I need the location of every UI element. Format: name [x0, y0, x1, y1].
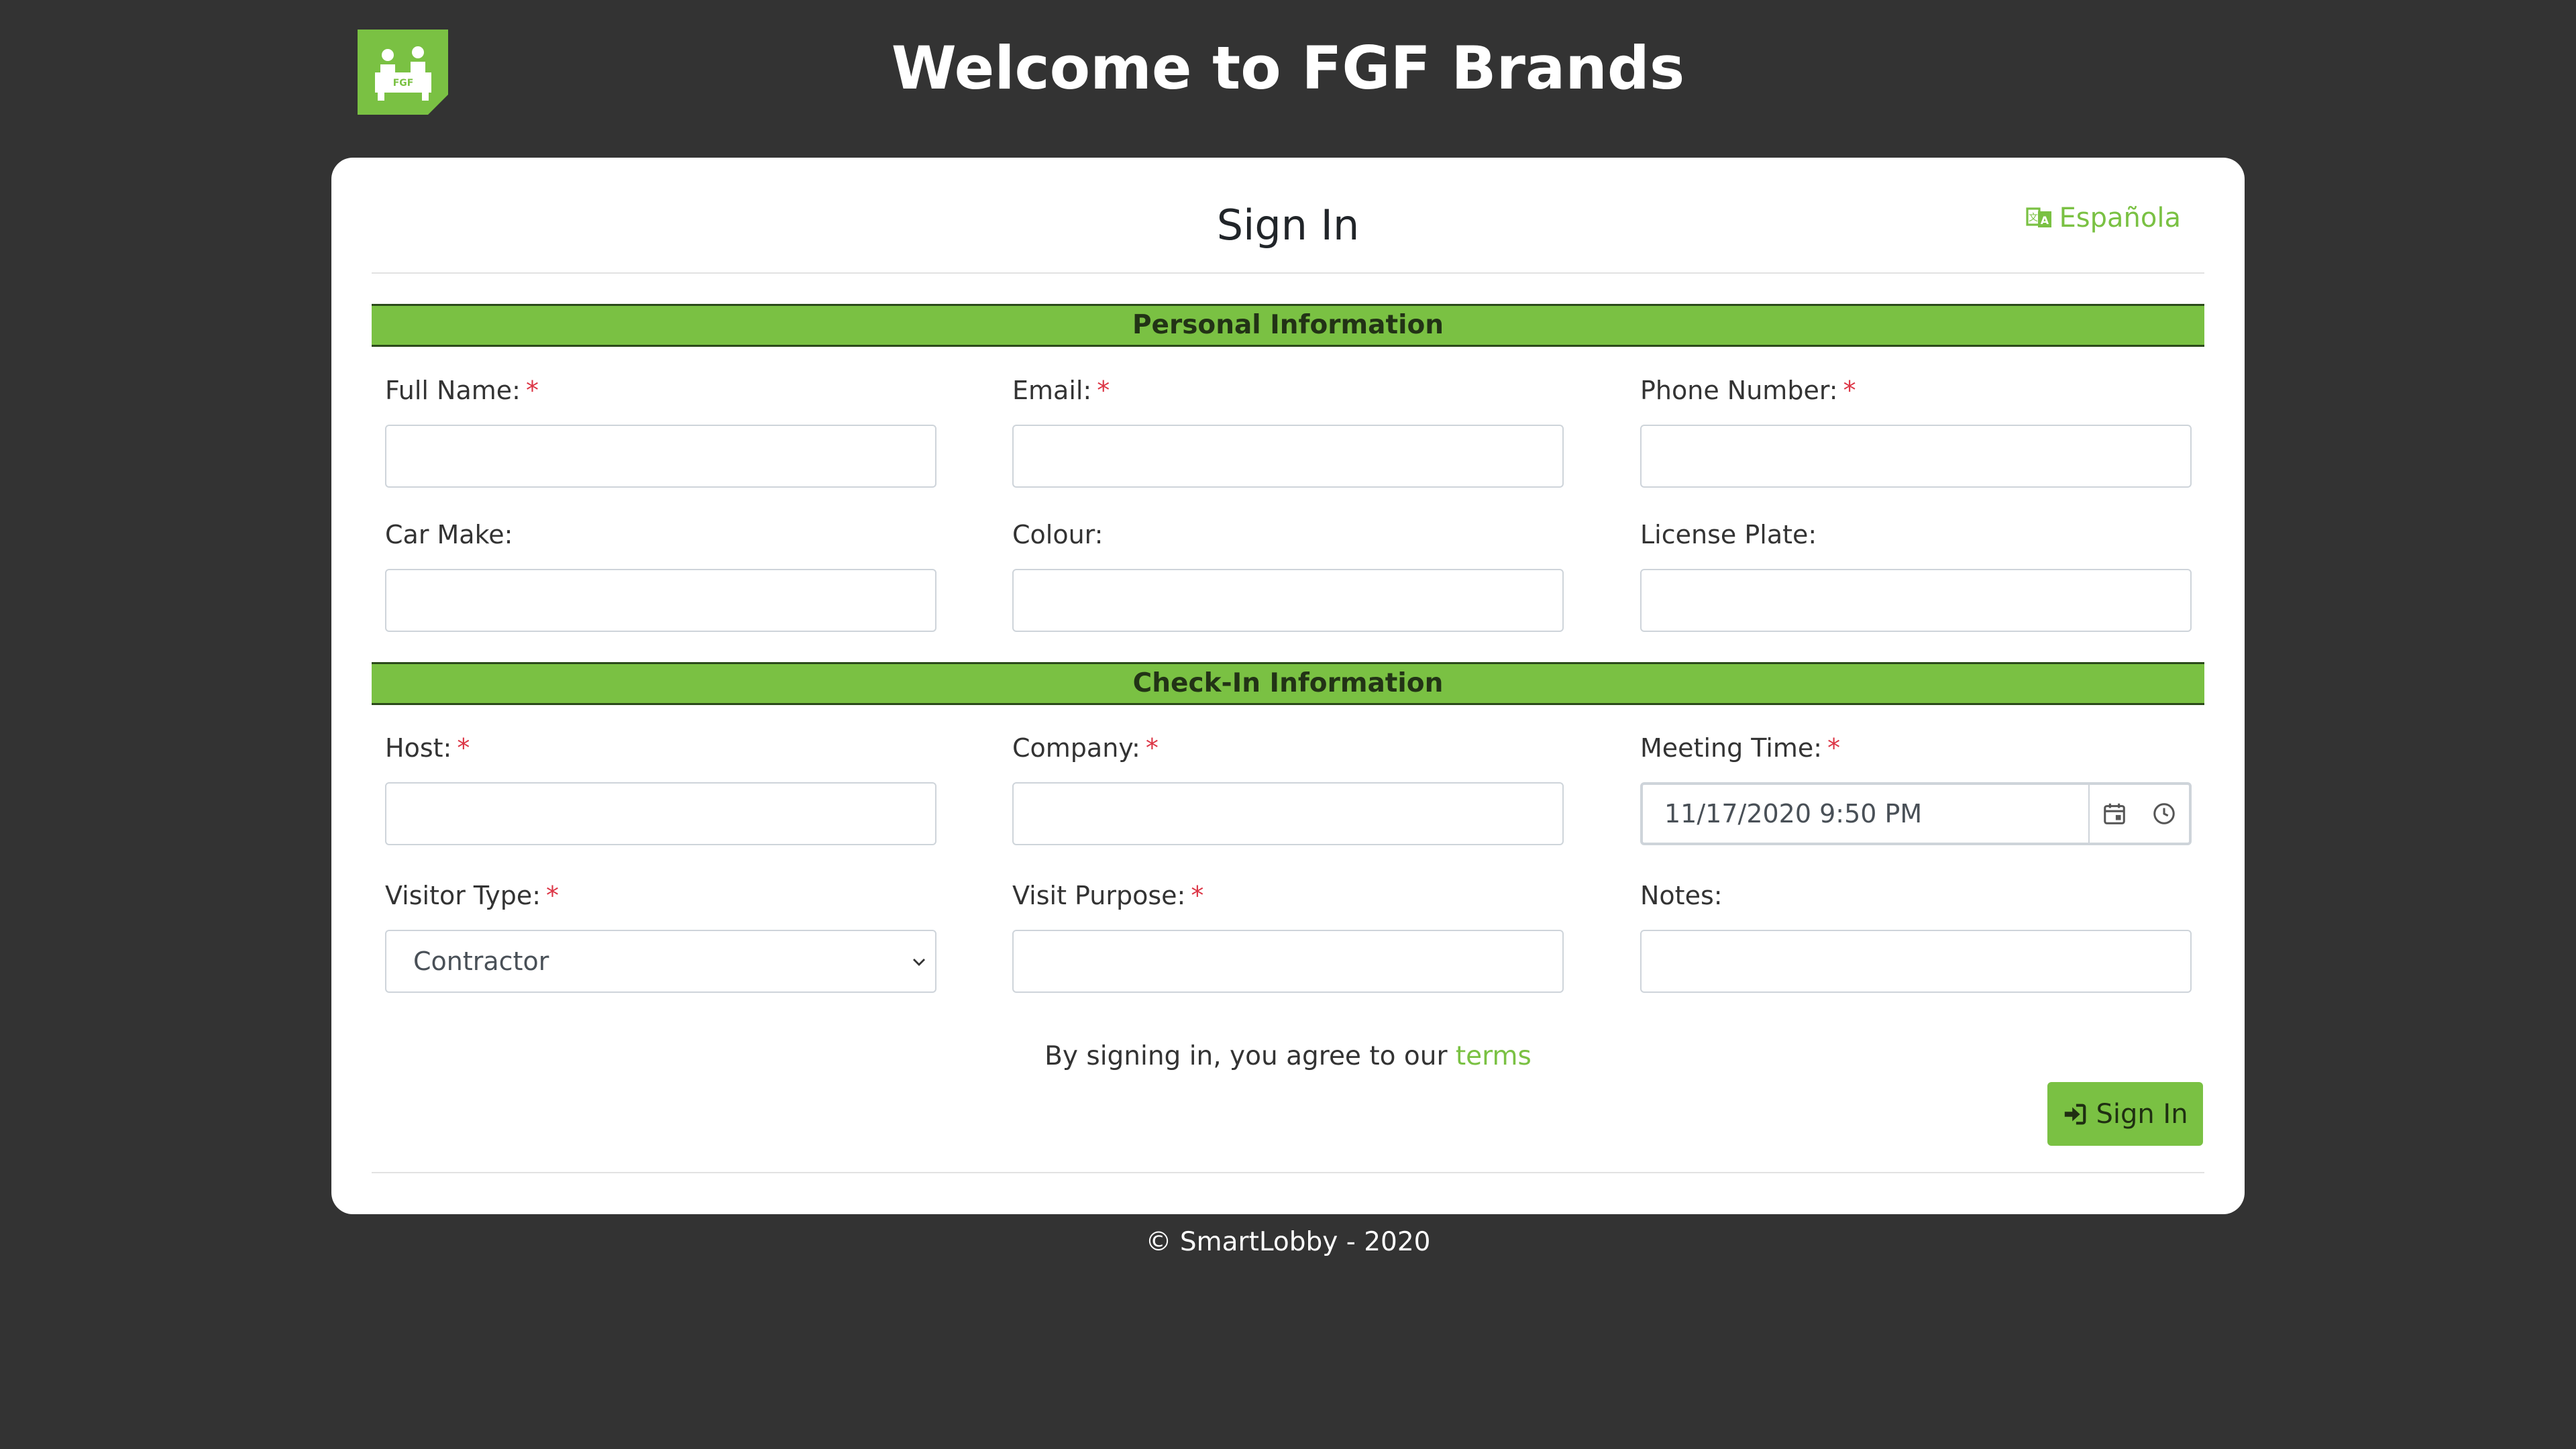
required-marker: * — [1145, 733, 1159, 763]
meeting-time-input[interactable]: 11/17/2020 9:50 PM — [1643, 785, 2090, 843]
host-input[interactable] — [385, 782, 936, 845]
required-marker: * — [1843, 376, 1856, 405]
language-toggle-link[interactable]: 文 A Española — [2025, 199, 2181, 237]
required-marker: * — [457, 733, 470, 763]
sign-in-button-label: Sign In — [2096, 1098, 2188, 1130]
car-make-input[interactable] — [385, 569, 936, 632]
required-marker: * — [525, 376, 539, 405]
notes-group: Notes: — [1640, 879, 2192, 993]
host-label: Host: * — [385, 733, 470, 763]
meeting-time-picker: 11/17/2020 9:50 PM — [1640, 782, 2192, 845]
full-name-group: Full Name: * — [385, 374, 936, 488]
email-label: Email: * — [1012, 376, 1110, 405]
language-icon: 文 A — [2025, 207, 2051, 227]
terms-link[interactable]: terms — [1456, 1041, 1532, 1071]
car-make-group: Car Make: — [385, 518, 936, 632]
page-header: FGF Welcome to FGF Brands — [0, 0, 2576, 148]
company-input[interactable] — [1012, 782, 1564, 845]
required-marker: * — [1191, 881, 1204, 910]
required-marker: * — [546, 881, 559, 910]
license-plate-input[interactable] — [1640, 569, 2192, 632]
notes-input[interactable] — [1640, 930, 2192, 993]
terms-notice: By signing in, you agree to our terms — [331, 1038, 2245, 1075]
phone-input[interactable] — [1640, 425, 2192, 488]
phone-label: Phone Number: * — [1640, 376, 1856, 405]
sign-in-card: Sign In 文 A Española Personal Informatio… — [331, 158, 2245, 1214]
bottom-divider — [372, 1172, 2204, 1173]
meeting-time-label: Meeting Time: * — [1640, 733, 1841, 763]
required-marker: * — [1827, 733, 1841, 763]
terms-text: By signing in, you agree to our — [1044, 1041, 1456, 1071]
company-group: Company: * — [1012, 731, 1564, 845]
clock-button[interactable] — [2139, 785, 2189, 843]
company-label: Company: * — [1012, 733, 1159, 763]
colour-group: Colour: — [1012, 518, 1564, 632]
full-name-label: Full Name: * — [385, 376, 539, 405]
required-marker: * — [1097, 376, 1110, 405]
car-make-label: Car Make: — [385, 520, 513, 549]
page-title: Welcome to FGF Brands — [891, 34, 1685, 103]
svg-text:文: 文 — [2029, 213, 2038, 223]
calendar-button[interactable] — [2090, 785, 2139, 843]
title-divider — [372, 272, 2204, 274]
card-title: Sign In — [1216, 201, 1360, 250]
notes-label: Notes: — [1640, 881, 1723, 910]
clock-icon — [2153, 803, 2175, 824]
license-plate-group: License Plate: — [1640, 518, 2192, 632]
chevron-down-icon — [913, 959, 925, 966]
full-name-input[interactable] — [385, 425, 936, 488]
colour-input[interactable] — [1012, 569, 1564, 632]
visit-purpose-group: Visit Purpose: * — [1012, 879, 1564, 993]
sign-in-button[interactable]: Sign In — [2047, 1082, 2203, 1146]
section-header-checkin: Check-In Information — [372, 662, 2204, 705]
visitor-type-label: Visitor Type: * — [385, 881, 559, 910]
svg-text:A: A — [2040, 214, 2049, 227]
host-group: Host: * — [385, 731, 936, 845]
meeting-time-group: Meeting Time: * 11/17/2020 9:50 PM — [1640, 731, 2192, 845]
license-plate-label: License Plate: — [1640, 520, 1817, 549]
visitor-type-select[interactable]: Contractor — [385, 930, 936, 993]
visitor-type-group: Visitor Type: * Contractor — [385, 879, 936, 993]
sign-in-icon — [2065, 1104, 2086, 1124]
colour-label: Colour: — [1012, 520, 1104, 549]
language-link-label: Española — [2059, 203, 2181, 233]
phone-group: Phone Number: * — [1640, 374, 2192, 488]
visit-purpose-input[interactable] — [1012, 930, 1564, 993]
visit-purpose-label: Visit Purpose: * — [1012, 881, 1204, 910]
calendar-icon — [2104, 803, 2125, 824]
section-header-personal: Personal Information — [372, 304, 2204, 347]
footer-copyright: © SmartLobby - 2020 — [1145, 1227, 1431, 1257]
email-group: Email: * — [1012, 374, 1564, 488]
email-input[interactable] — [1012, 425, 1564, 488]
